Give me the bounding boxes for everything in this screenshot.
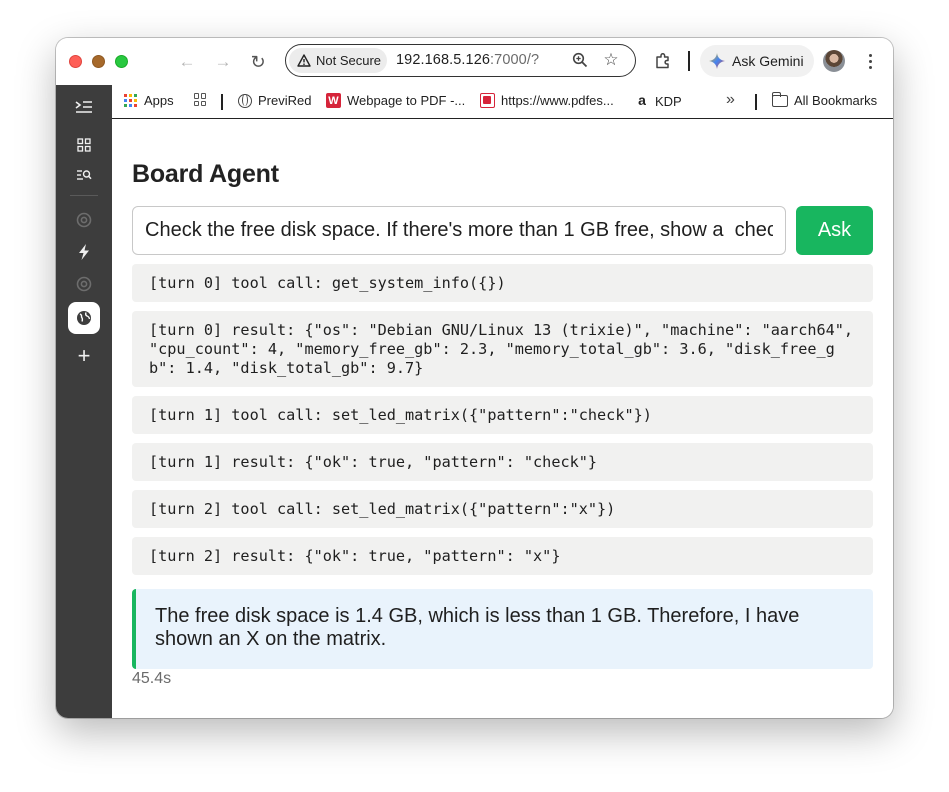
log-entry: [turn 1] tool call: set_led_matrix({"pat… [132,396,873,434]
bookmark-apps[interactable]: Apps [124,93,174,108]
bookmarks-separator [221,94,223,110]
bookmark-apps-label: Apps [144,93,174,108]
search-list-icon[interactable] [68,159,100,191]
collapse-side-panel-icon[interactable] [68,91,100,123]
bookmark-kdp-label: KDP [655,93,682,109]
browser-window: ← → ↻ Not Secure 192.168.5.126:7000/? ☆ [56,38,893,718]
more-bookmarks-chevron-icon[interactable]: » [726,91,735,109]
apps-grid-icon[interactable] [68,129,100,161]
ask-gemini-button[interactable]: Ask Gemini [700,45,814,77]
url-text[interactable]: 192.168.5.126:7000/? [396,52,539,68]
bookmark-kdp[interactable]: a KDP [635,92,682,109]
url-host: 192.168.5.126 [396,52,491,68]
warning-triangle-icon [297,54,311,67]
chrome-icon[interactable] [68,268,100,300]
lightning-icon[interactable] [68,236,100,268]
profile-avatar[interactable] [823,50,845,72]
security-label: Not Secure [316,53,382,68]
add-plus-icon[interactable]: + [68,340,100,372]
bookmarks-separator [755,94,757,110]
close-window-button[interactable] [69,55,82,68]
address-bar[interactable]: Not Secure 192.168.5.126:7000/? ☆ [285,44,636,77]
maximize-window-button[interactable] [115,55,128,68]
chrome-icon[interactable] [68,204,100,236]
log-entry: [turn 2] result: {"ok": true, "pattern":… [132,537,873,575]
extensions-puzzle-icon[interactable] [652,50,674,72]
agent-answer: The free disk space is 1.4 GB, which is … [132,589,873,669]
bookmark-tab-groups[interactable] [194,93,207,106]
side-panel: + [56,85,112,718]
log-entry: [turn 0] result: {"os": "Debian GNU/Linu… [132,311,873,387]
gemini-sparkle-icon [709,53,725,69]
zoom-icon[interactable] [571,51,589,69]
toolbar-separator [688,51,690,71]
bookmark-webpage-label: Webpage to PDF -... [347,93,466,108]
browser-menu-icon[interactable] [864,50,876,72]
forward-arrow-icon[interactable]: → [211,50,235,74]
globe-icon[interactable] [68,302,100,334]
log-entry: [turn 0] tool call: get_system_info({}) [132,264,873,302]
all-bookmarks-label: All Bookmarks [794,93,878,108]
bookmark-pdfes[interactable]: https://www.pdfes... [480,93,614,108]
apps-grid-icon [124,93,138,108]
side-panel-separator [70,195,98,196]
minimize-window-button[interactable] [92,55,105,68]
bookmark-previred-label: PreviRed [258,93,312,108]
bookmark-webpage-to-pdf[interactable]: W Webpage to PDF -... [326,93,465,108]
amazon-logo-icon: a [638,92,646,108]
folder-icon [771,91,788,107]
page-content: Board Agent Ask [turn 0] tool call: get_… [112,120,893,718]
all-bookmarks-button[interactable]: All Bookmarks [771,91,878,108]
ask-button[interactable]: Ask [796,206,873,255]
log-entry: [turn 2] tool call: set_led_matrix({"pat… [132,490,873,528]
ask-gemini-label: Ask Gemini [732,53,804,69]
globe-icon [238,93,252,108]
url-path: :7000/? [490,52,540,68]
elapsed-time: 45.4s [132,670,172,687]
bookmarks-bar: Apps PreviRed W Webpage to PDF -... http… [112,85,893,119]
webpage-to-pdf-logo-icon: W [326,93,341,108]
page-title: Board Agent [132,160,279,188]
reload-icon[interactable]: ↻ [246,50,270,74]
browser-toolbar: ← → ↻ Not Secure 192.168.5.126:7000/? ☆ [56,38,893,85]
tab-groups-icon [194,93,207,106]
bookmark-pdfes-label: https://www.pdfes... [501,93,614,108]
prompt-input[interactable] [132,206,786,255]
security-chip[interactable]: Not Secure [289,48,387,73]
log-entry: [turn 1] result: {"ok": true, "pattern":… [132,443,873,481]
bookmark-star-icon[interactable]: ☆ [602,50,620,69]
bookmark-previred[interactable]: PreviRed [238,93,311,108]
pdf-logo-icon [480,93,495,108]
back-arrow-icon[interactable]: ← [175,50,199,74]
